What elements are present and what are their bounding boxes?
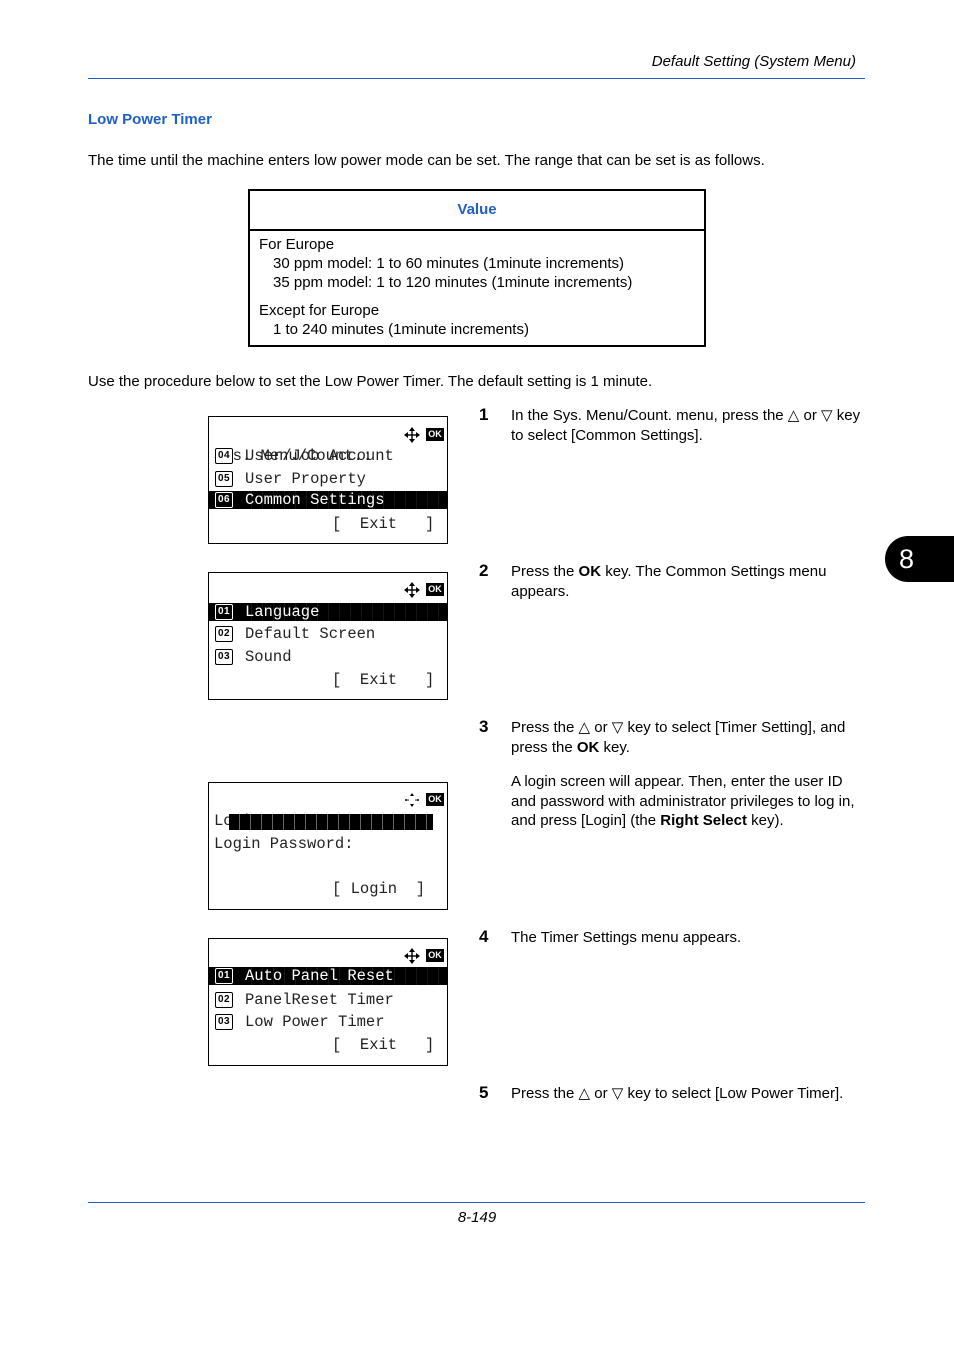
lcd-menu-item-selected: 01 Auto Panel Reset (209, 967, 447, 985)
softkey-login: [ Login ] (332, 880, 426, 898)
four-way-arrow-icon (404, 582, 420, 598)
lcd-screen-login: Login User Name: OK Login Password: [ Lo… (208, 782, 448, 910)
step-number: 2 (479, 561, 489, 580)
item-number-icon: 01 (215, 604, 233, 620)
lcd-menu-item: 02 PanelReset Timer (209, 989, 447, 1011)
footer-rule (88, 1202, 865, 1203)
value-table-header: Value (250, 191, 704, 231)
lcd-screen-sys-menu: Sys. Menu/Count.: OK 04 User/Job Account … (208, 416, 448, 544)
chapter-tab[interactable]: 8 (885, 536, 954, 582)
item-number-icon: 02 (215, 626, 233, 642)
section-title: Low Power Timer (88, 111, 212, 128)
lcd-menu-item: 04 User/Job Account (209, 445, 447, 467)
item-number-icon: 05 (215, 471, 233, 487)
lcd-menu-item-selected: 01 Language (209, 603, 447, 621)
four-way-arrow-icon (404, 427, 420, 443)
softkey-exit: [ Exit ] (332, 671, 435, 689)
value-group-label: Except for Europe (259, 302, 380, 319)
value-group-label: For Europe (259, 236, 335, 253)
page-number: 8-149 (457, 1209, 497, 1226)
lcd-menu-item: 05 User Property (209, 468, 447, 490)
item-number-icon: 03 (215, 649, 233, 665)
lcd-screen-common-settings: Common Settings: OK 01Language 02Default… (208, 572, 448, 700)
header-rule (88, 78, 865, 79)
lcd-menu-item: 03 Low Power Timer (209, 1011, 447, 1033)
procedure-intro: Use the procedure below to set the Low P… (88, 373, 653, 390)
four-way-arrow-icon (405, 793, 419, 807)
step-text: Press the △ or ▽ key to select [Low Powe… (511, 1085, 844, 1102)
intro-paragraph: The time until the machine enters low po… (88, 152, 765, 169)
running-header: Default Setting (System Menu) (651, 53, 856, 70)
item-number-icon: 02 (215, 992, 233, 1008)
value-table-body: For Europe 30 ppm model: 1 to 60 minutes… (250, 231, 704, 345)
step-text: Press the OK key. The Common Settings me… (511, 563, 827, 600)
ok-icon: OK (426, 583, 444, 596)
value-line: 1 to 240 minutes (1minute increments) (273, 321, 529, 338)
lcd-menu-item: 02 Default Screen (209, 623, 447, 645)
login-user-name-input (229, 814, 433, 830)
step-number: 5 (479, 1083, 489, 1102)
ok-icon: OK (426, 949, 444, 962)
four-way-arrow-icon (404, 948, 420, 964)
lcd-screen-timer-setting: Timer Setting: OK 01Auto Panel Reset 02P… (208, 938, 448, 1066)
step-number: 1 (479, 405, 489, 424)
softkey-exit: [ Exit ] (332, 515, 435, 533)
lcd-menu-item-selected: 06 Common Settings (209, 491, 447, 509)
value-table: Value For Europe 30 ppm model: 1 to 60 m… (248, 189, 706, 347)
ok-icon: OK (426, 428, 444, 441)
step-number: 3 (479, 717, 489, 736)
value-line: 35 ppm model: 1 to 120 minutes (1minute … (273, 274, 633, 291)
lcd-menu-item: 03 Sound (209, 646, 447, 668)
item-number-icon: 03 (215, 1014, 233, 1030)
step-text: Press the △ or ▽ key to select [Timer Se… (511, 719, 846, 756)
item-number-icon: 06 (215, 492, 233, 508)
step-note: A login screen will appear. Then, enter … (511, 773, 855, 829)
step-text: The Timer Settings menu appears. (511, 929, 742, 946)
value-line: 30 ppm model: 1 to 60 minutes (1minute i… (273, 255, 624, 272)
item-number-icon: 01 (215, 968, 233, 984)
step-text: In the Sys. Menu/Count. menu, press the … (511, 407, 861, 444)
item-number-icon: 04 (215, 448, 233, 464)
softkey-exit: [ Exit ] (332, 1036, 435, 1054)
ok-icon: OK (426, 793, 444, 806)
login-password-label: Login Password: (214, 835, 354, 853)
step-number: 4 (479, 927, 489, 946)
